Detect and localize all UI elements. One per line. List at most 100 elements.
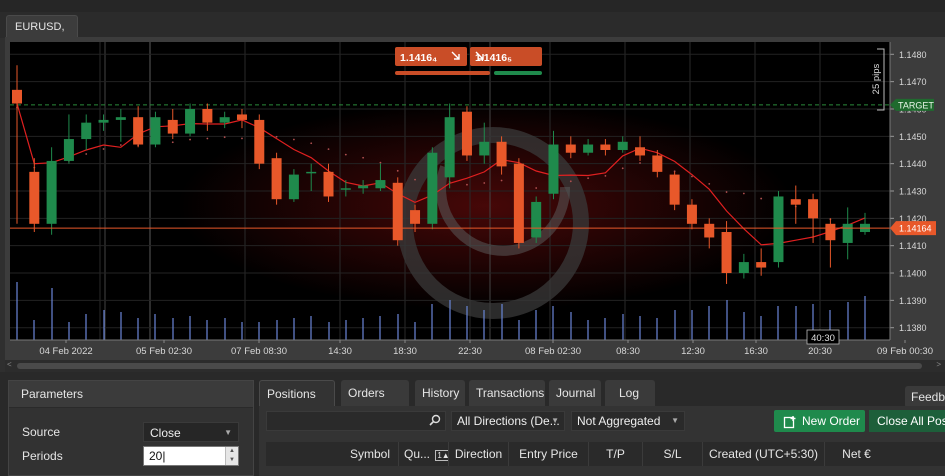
candle-bullish: [738, 262, 749, 274]
column-quantity-label: Qu...: [404, 447, 431, 461]
indicator-dot: [119, 144, 122, 146]
indicator-dot: [362, 156, 365, 159]
candlestick-chart[interactable]: 1.14801.14701.14601.14501.14401.14301.14…: [5, 37, 945, 360]
indicator-dot: [742, 192, 745, 195]
candle-bearish: [202, 108, 213, 123]
chart-tab-eurusd[interactable]: EURUSD, h1: [6, 15, 78, 55]
y-tick-label: 1.1400: [899, 269, 927, 279]
indicator-dot: [344, 153, 347, 156]
candle-bullish: [375, 180, 386, 189]
candle-bearish: [12, 89, 22, 104]
candle-bullish: [444, 117, 455, 178]
candle-bearish: [29, 171, 40, 224]
column-net-eur[interactable]: Net €: [824, 442, 888, 466]
sell-price-label: 1.1416₄: [400, 52, 437, 64]
chart-horizontal-scrollbar[interactable]: < >: [5, 360, 945, 372]
candle-bullish: [219, 117, 230, 123]
tab-orders[interactable]: Orders0: [341, 380, 409, 428]
positions-search-input[interactable]: [266, 411, 446, 431]
x-tick-label: 05 Feb 02:30: [136, 346, 192, 357]
tab-positions-label: Positions: [267, 387, 316, 401]
column-direction[interactable]: Direction: [448, 442, 508, 466]
indicator-dot: [396, 169, 399, 172]
candle-bearish: [410, 210, 421, 224]
indicator-dot: [189, 138, 191, 141]
tab-positions[interactable]: Positions0: [259, 380, 335, 429]
column-quantity[interactable]: Qu... 1▲: [398, 442, 448, 466]
indicator-dot: [639, 162, 641, 164]
sort-ascending-icon[interactable]: 1▲: [435, 450, 448, 461]
candle-bearish: [513, 163, 524, 243]
indicator-dot: [327, 148, 330, 151]
x-tick-label: 22:30: [458, 346, 482, 357]
indicator-dot: [569, 180, 572, 183]
candle-bullish: [98, 119, 109, 123]
timeframe-label: 40:30: [811, 333, 835, 344]
column-symbol[interactable]: Symbol: [266, 442, 398, 466]
indicator-dot: [725, 191, 728, 193]
candle-bullish: [842, 223, 853, 243]
indicator-dot: [292, 138, 295, 141]
indicator-dot: [587, 177, 590, 180]
candle-bullish: [427, 152, 438, 224]
y-tick-label: 1.1440: [899, 159, 927, 169]
new-order-button[interactable]: New Order: [774, 410, 865, 432]
candle-bullish: [531, 201, 542, 238]
directions-select[interactable]: All Directions (De... ▼: [451, 411, 565, 431]
source-label: Source: [22, 425, 61, 439]
periods-stepper[interactable]: ▲ ▼: [225, 447, 238, 465]
candle-bearish: [167, 119, 178, 134]
indicator-dot: [604, 174, 607, 177]
x-tick-label: 09 Feb 00:30: [877, 346, 933, 357]
x-tick-label: 20:30: [808, 346, 832, 357]
scroll-right-icon[interactable]: >: [936, 360, 941, 369]
candle-bullish: [63, 139, 74, 161]
candle-bearish: [600, 144, 611, 150]
candle-bullish: [340, 188, 351, 190]
candle-bullish: [583, 144, 594, 153]
candle-bearish: [254, 119, 265, 164]
x-tick-label: 14:30: [328, 346, 352, 357]
indicator-dot: [379, 161, 382, 164]
feedback-button[interactable]: Feedback: [905, 386, 945, 408]
candle-bearish: [271, 158, 282, 200]
indicator-dot: [500, 179, 503, 182]
column-take-profit[interactable]: T/P: [588, 442, 642, 466]
periods-input-value: 20: [149, 449, 163, 463]
new-order-label: New Order: [802, 414, 861, 428]
close-all-positions-button[interactable]: Close All Positions: [869, 410, 945, 432]
candle-bearish: [686, 204, 697, 224]
tab-journal[interactable]: Journal: [549, 380, 601, 406]
scroll-left-icon[interactable]: <: [7, 360, 12, 369]
source-select[interactable]: Close ▼: [143, 422, 239, 442]
column-entry-price[interactable]: Entry Price: [508, 442, 588, 466]
indicator-dot: [310, 142, 313, 145]
aggregation-select-value: Not Aggregated: [577, 414, 661, 428]
tab-transactions[interactable]: Transactions: [469, 380, 545, 406]
x-tick-label: 07 Feb 08:30: [231, 346, 287, 357]
y-tick-label: 1.1470: [899, 77, 927, 87]
column-stop-loss[interactable]: S/L: [642, 442, 702, 466]
chart-tab-bar: EURUSD, h1: [0, 12, 945, 55]
candle-bullish: [185, 108, 196, 134]
x-tick-label: 12:30: [681, 346, 705, 357]
tab-orders-label: Orders: [348, 386, 385, 400]
candle-bullish: [617, 141, 628, 150]
indicator-dot: [206, 137, 209, 140]
parameters-title: Parameters: [9, 381, 253, 408]
aggregation-select[interactable]: Not Aggregated ▼: [571, 411, 685, 431]
candle-bullish: [115, 117, 126, 120]
candle-bearish: [790, 199, 801, 205]
tab-log[interactable]: Log: [605, 380, 655, 406]
candle-bearish: [808, 199, 819, 219]
y-tick-label: 1.1430: [899, 187, 927, 197]
buy-volume-bar: [494, 71, 542, 75]
candle-bullish: [46, 160, 57, 224]
candle-bullish: [288, 174, 299, 200]
periods-input[interactable]: 20| ▲ ▼: [143, 446, 239, 466]
column-created[interactable]: Created (UTC+5:30): [702, 442, 824, 466]
chart-area[interactable]: 1.14801.14701.14601.14501.14401.14301.14…: [5, 37, 945, 360]
scrollbar-thumb[interactable]: [17, 363, 922, 369]
tab-history[interactable]: History: [415, 380, 465, 406]
chevron-down-icon: ▼: [551, 416, 559, 425]
